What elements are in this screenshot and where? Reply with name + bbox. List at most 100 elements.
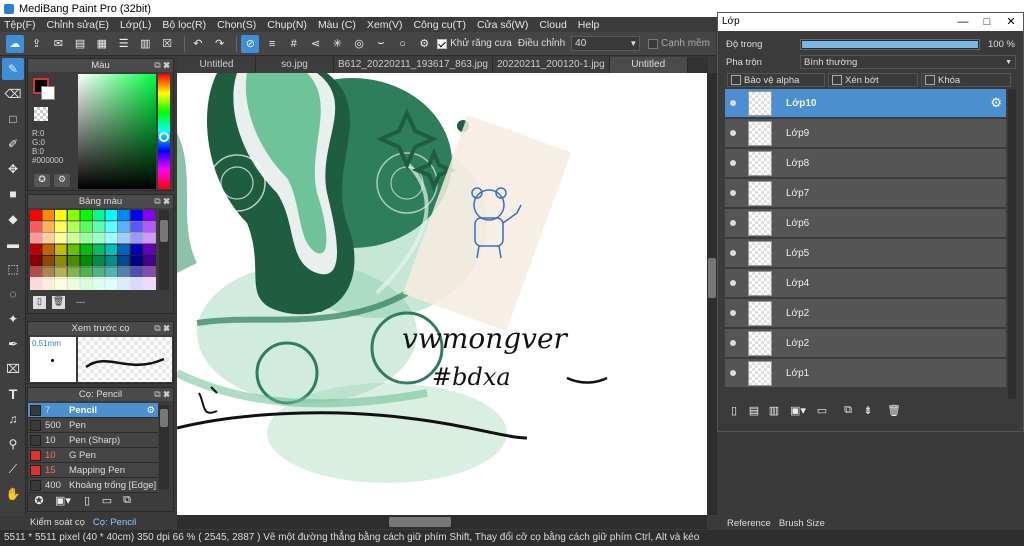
duplicate-layer-icon[interactable]: ⧉ xyxy=(840,402,856,418)
new-8bit-layer-icon[interactable]: ▥ xyxy=(766,402,782,418)
blend-select[interactable]: Bình thường ▼ xyxy=(800,55,1016,69)
move-tool-icon[interactable]: ✥ xyxy=(2,158,24,180)
palette-add-icon[interactable]: ✪ xyxy=(34,174,50,187)
layer-item[interactable]: Lớp1 xyxy=(725,359,1006,388)
eraser-tool-icon[interactable]: ⌫ xyxy=(2,83,24,105)
adjust-select[interactable]: 40 ▼ xyxy=(571,36,641,51)
menu-help[interactable]: Help xyxy=(578,19,600,31)
clipping-option[interactable]: Xén bớt xyxy=(828,73,918,87)
divide-tool-icon[interactable]: ♫ xyxy=(2,408,24,430)
menu-view[interactable]: Xem(V) xyxy=(367,19,403,31)
dot-tool-icon[interactable]: □ xyxy=(2,108,24,130)
new-folder-icon[interactable]: ▭ xyxy=(814,402,830,418)
layer-item[interactable]: Lớp2 xyxy=(725,299,1006,328)
circle-snap-icon[interactable]: ○ xyxy=(394,35,412,53)
tab-brush-pencil[interactable]: Cọ: Pencil xyxy=(89,515,140,530)
panel-controls-icon[interactable]: ⧉ ✖ xyxy=(154,388,170,401)
lock-option[interactable]: Khóa xyxy=(921,73,1011,87)
layer-item[interactable]: Lớp10 ⚙ xyxy=(725,89,1006,118)
eyedropper-icon[interactable]: ⚲ xyxy=(2,433,24,455)
visibility-icon[interactable] xyxy=(730,100,736,106)
grid-snap-icon[interactable]: # xyxy=(285,35,303,53)
menu-filter[interactable]: Bộ lọc(R) xyxy=(162,19,206,31)
sheet-icon[interactable]: ▦ xyxy=(93,35,111,53)
brush-scrollbar[interactable] xyxy=(159,405,169,489)
menu-file[interactable]: Tệp(F) xyxy=(4,19,36,31)
brush-list-item[interactable]: 10 G Pen xyxy=(28,448,158,463)
drawing-canvas[interactable]: vwmongver #bdxa xyxy=(177,73,707,515)
palette-scrollbar[interactable] xyxy=(159,210,169,290)
menu-edit[interactable]: Chỉnh sửa(E) xyxy=(47,19,109,31)
saturation-value-square[interactable] xyxy=(78,74,156,189)
protect-alpha-checkbox[interactable] xyxy=(731,75,741,85)
add-brush-icon[interactable]: ✪ xyxy=(31,493,47,507)
visibility-icon[interactable] xyxy=(730,130,736,136)
brush-list-item[interactable]: 10 Pen (Sharp) xyxy=(28,433,158,448)
stroke-tool-icon[interactable]: ✐ xyxy=(2,133,24,155)
list-icon[interactable]: ☰ xyxy=(115,35,133,53)
visibility-icon[interactable] xyxy=(730,160,736,166)
panel-controls-icon[interactable]: ⧉ ✖ xyxy=(154,59,170,72)
concentric-snap-icon[interactable]: ◎ xyxy=(350,35,368,53)
smooth-edge-checkbox[interactable] xyxy=(648,38,659,49)
layer-item[interactable]: Lớp9 xyxy=(725,119,1006,148)
lasso-tool-icon[interactable]: ◌ xyxy=(2,283,24,305)
visibility-icon[interactable] xyxy=(730,310,736,316)
comment-icon[interactable]: ✉ xyxy=(50,35,68,53)
brush-settings-icon[interactable]: ⚙ xyxy=(146,405,155,416)
transparent-swatch[interactable] xyxy=(34,107,48,121)
close-box-icon[interactable]: ☒ xyxy=(158,35,176,53)
doc-tab-untitled[interactable]: Untitled xyxy=(178,57,256,73)
layer-item[interactable]: Lớp5 xyxy=(725,239,1006,268)
select-tool-icon[interactable]: ⬚ xyxy=(2,258,24,280)
new-halftone-layer-icon[interactable]: ▤ xyxy=(746,402,762,418)
menu-select[interactable]: Chọn(S) xyxy=(217,19,256,31)
lock-checkbox[interactable] xyxy=(925,75,935,85)
close-icon[interactable]: ✕ xyxy=(999,13,1023,31)
snap-off-icon[interactable]: ⊘ xyxy=(241,34,260,53)
share-icon[interactable]: ⇪ xyxy=(28,35,46,53)
hue-slider-handle[interactable] xyxy=(159,132,169,142)
doc-tab-20220211[interactable]: 20220211_200120-1.jpg xyxy=(492,57,610,73)
perspective-snap-icon[interactable]: ⋖ xyxy=(307,35,325,53)
brush-list-item[interactable]: 500 Pen xyxy=(28,418,158,433)
curve-snap-icon[interactable]: ⌣ xyxy=(372,35,390,53)
visibility-icon[interactable] xyxy=(730,370,736,376)
new-palette-icon[interactable]: ▯ xyxy=(33,296,46,309)
layer-item[interactable]: Lớp6 xyxy=(725,209,1006,238)
gradient-tool-icon[interactable]: ▬ xyxy=(2,233,24,255)
visibility-icon[interactable] xyxy=(730,250,736,256)
antialias-checkbox[interactable] xyxy=(437,38,448,49)
tab-brush-control[interactable]: Kiểm soát cọ xyxy=(27,515,88,530)
brush-folder-icon[interactable]: ▭ xyxy=(99,493,115,507)
protect-alpha-option[interactable]: Bảo vệ alpha xyxy=(727,73,825,87)
palette-settings-icon[interactable]: ⚙ xyxy=(54,174,70,187)
grid-icon[interactable]: ▥ xyxy=(137,35,155,53)
layer-item[interactable]: Lớp2 xyxy=(725,329,1006,358)
document-icon[interactable]: ▤ xyxy=(71,35,89,53)
hand-tool-icon[interactable]: ✋ xyxy=(2,483,24,505)
select-pen-icon[interactable]: ✒ xyxy=(2,333,24,355)
doc-tab-so[interactable]: so.jpg xyxy=(256,57,334,73)
radial-snap-icon[interactable]: ✳ xyxy=(328,35,346,53)
minimize-icon[interactable]: — xyxy=(951,13,975,31)
clipping-checkbox[interactable] xyxy=(832,75,842,85)
brush-copy-icon[interactable]: ▯ xyxy=(79,493,95,507)
bucket-tool-icon[interactable]: ◆ xyxy=(2,208,24,230)
menu-color[interactable]: Màu (C) xyxy=(318,19,356,31)
menu-window[interactable]: Cửa số(W) xyxy=(477,19,528,31)
menu-tools[interactable]: Công cụ(T) xyxy=(413,19,466,31)
add-layer-menu-icon[interactable]: ▣▾ xyxy=(786,402,810,418)
opacity-slider[interactable] xyxy=(800,38,980,50)
brush-tool-icon[interactable]: ✎ xyxy=(2,58,24,80)
snap-settings-icon[interactable]: ⚙ xyxy=(415,35,433,53)
redo-icon[interactable]: ↷ xyxy=(211,35,229,53)
vertical-scrollbar[interactable] xyxy=(707,73,717,515)
layer-settings-icon[interactable]: ⚙ xyxy=(990,95,1002,111)
menu-cloud[interactable]: Cloud xyxy=(539,19,566,31)
delete-palette-icon[interactable]: 🗑 xyxy=(52,296,65,309)
tab-brush-size[interactable]: Brush Size xyxy=(775,516,828,531)
visibility-icon[interactable] xyxy=(730,190,736,196)
brush-menu-icon[interactable]: ▣▾ xyxy=(51,493,75,507)
parallel-snap-icon[interactable]: ≡ xyxy=(263,35,281,53)
